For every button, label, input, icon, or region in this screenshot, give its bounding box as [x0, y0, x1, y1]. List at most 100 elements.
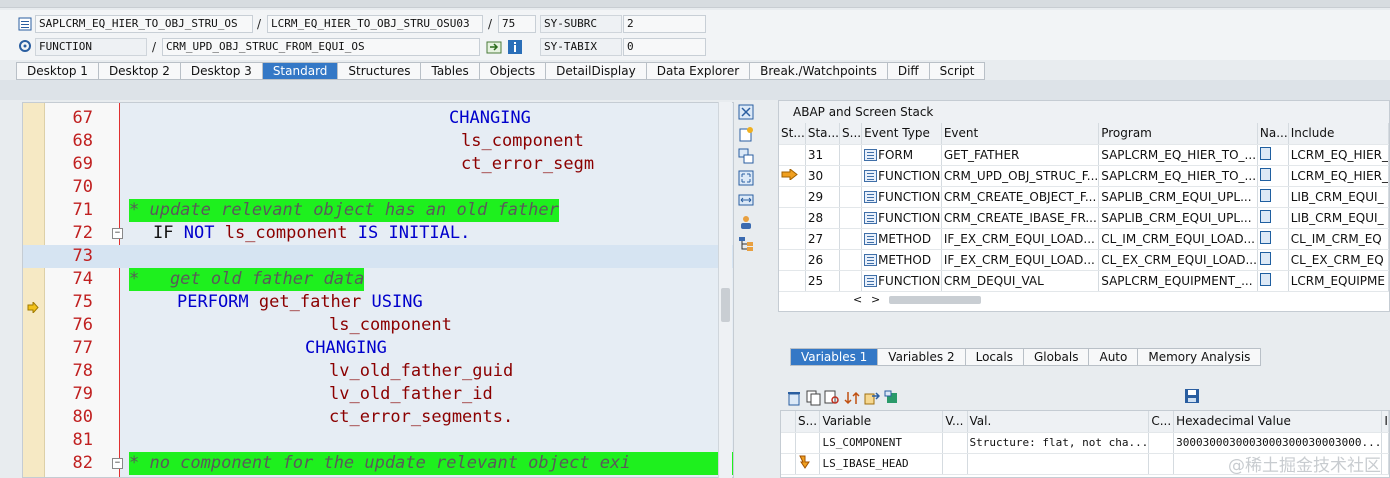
navigate-source-icon[interactable] — [1259, 188, 1271, 202]
new-view-icon[interactable] — [738, 126, 754, 142]
var-col-header[interactable]: Variable — [819, 411, 944, 433]
close-view-icon[interactable] — [738, 104, 754, 120]
navigate-source-icon[interactable] — [1259, 209, 1271, 223]
code-line[interactable]: 80 ct_error_segments. — [23, 406, 733, 429]
stack-row[interactable]: 30 FUNCTION CRM_UPD_OBJ_STRUC_F... SAPLCRM_… — [779, 165, 1390, 187]
navigate-source-icon[interactable] — [1259, 251, 1271, 265]
sy-tabix-value[interactable]: 0 — [623, 38, 706, 56]
var-tab-auto[interactable]: Auto — [1089, 348, 1139, 366]
var-name[interactable]: LS_COMPONENT — [819, 432, 944, 454]
code-line[interactable]: 77 CHANGING — [23, 337, 733, 360]
navigate-source-icon[interactable] — [1259, 146, 1271, 160]
tab-standard[interactable]: Standard — [262, 62, 339, 80]
people-icon[interactable] — [738, 214, 754, 230]
source-code-editor[interactable]: 67 CHANGING 68 ls_component 69 ct_error_segm 7… — [22, 102, 734, 478]
var-value[interactable] — [967, 453, 1150, 475]
export-icon[interactable] — [864, 390, 881, 406]
code-line[interactable]: 68 ls_component — [23, 130, 733, 153]
var-value[interactable]: Structure: flat, not cha... — [967, 432, 1150, 454]
program-field[interactable]: SAPLCRM_EQ_HIER_TO_OBJ_STRU_OS — [35, 15, 253, 33]
resize-icon[interactable] — [738, 192, 754, 208]
code-line[interactable]: 67 CHANGING — [23, 107, 733, 130]
tab-data-explorer[interactable]: Data Explorer — [646, 62, 751, 80]
code-line[interactable]: 69 ct_error_segm — [23, 153, 733, 176]
tab-script[interactable]: Script — [929, 62, 986, 80]
code-line[interactable]: 79 lv_old_father_id — [23, 383, 733, 406]
stack-col-header[interactable]: S... — [839, 123, 863, 145]
collapse-toggle-icon[interactable]: − — [112, 458, 123, 469]
var-tab-variables-1[interactable]: Variables 1 — [790, 348, 879, 366]
transfer-icon[interactable] — [884, 390, 900, 406]
tab-break-watchpoints[interactable]: Break./Watchpoints — [750, 62, 888, 80]
stack-col-header[interactable]: Event — [941, 123, 1100, 145]
navigate-source-icon[interactable] — [1259, 272, 1271, 286]
tab-desktop-3[interactable]: Desktop 3 — [180, 62, 263, 80]
var-col-header[interactable]: S... — [795, 411, 821, 433]
scroll-right-button[interactable]: > — [871, 293, 880, 306]
tab-tables[interactable]: Tables — [421, 62, 480, 80]
stack-col-header[interactable]: Na... — [1257, 123, 1289, 145]
var-col-header[interactable]: Val. — [967, 411, 1150, 433]
code-line[interactable]: 72 IF NOT ls_component IS INITIAL. − — [23, 222, 733, 245]
code-line[interactable]: 73 — [23, 245, 733, 268]
delete-icon[interactable] — [786, 390, 802, 406]
var-col-header[interactable]: Hexadecimal Value — [1173, 411, 1383, 433]
var-tab-memory-analysis[interactable]: Memory Analysis — [1138, 348, 1262, 366]
tab-desktop-1[interactable]: Desktop 1 — [16, 62, 99, 80]
var-col-header[interactable]: I — [1381, 411, 1389, 433]
var-tab-globals[interactable]: Globals — [1023, 348, 1090, 366]
navigate-source-icon[interactable] — [1259, 167, 1271, 181]
row-selector[interactable] — [781, 453, 796, 475]
stack-horizontal-scroll[interactable]: < > — [849, 293, 1049, 307]
code-line[interactable]: 81 — [23, 429, 733, 452]
navigate-source-icon[interactable] — [1259, 230, 1271, 244]
scroll-thumb[interactable] — [721, 288, 730, 322]
swap-view-icon[interactable] — [738, 148, 754, 164]
stack-row[interactable]: 28 FUNCTION CRM_CREATE_IBASE_FR... SAPLIB_C… — [779, 207, 1390, 229]
maximize-icon[interactable] — [738, 170, 754, 186]
code-line[interactable]: 70 — [23, 176, 733, 199]
code-line[interactable]: 78 lv_old_father_guid — [23, 360, 733, 383]
navigate-icon[interactable] — [486, 39, 502, 55]
stack-row[interactable]: 27 METHOD IF_EX_CRM_EQUI_LOAD... CL_IM_CRM_… — [779, 228, 1390, 250]
code-line[interactable]: 74 * get old father data — [23, 268, 733, 291]
collapse-toggle-icon[interactable]: − — [112, 228, 123, 239]
var-tab-locals[interactable]: Locals — [965, 348, 1024, 366]
sy-subrc-value[interactable]: 2 — [623, 15, 706, 33]
event-name-field[interactable]: CRM_UPD_OBJ_STRUC_FROM_EQUI_OS — [162, 38, 480, 56]
stack-row[interactable]: 26 METHOD IF_EX_CRM_EQUI_LOAD... CL_EX_CRM_… — [779, 249, 1390, 271]
row-selector-header[interactable] — [781, 411, 796, 433]
code-line[interactable]: 82 * no component for the update relevant… — [23, 452, 733, 475]
stack-row[interactable]: 29 FUNCTION CRM_CREATE_OBJECT_F... SAPLIB_C… — [779, 186, 1390, 208]
stack-col-header[interactable]: St... — [779, 123, 806, 145]
row-selector[interactable] — [781, 432, 796, 454]
stack-row[interactable]: 25 FUNCTION CRM_DEQUI_VAL SAPLCRM_EQUIPMENT… — [779, 270, 1390, 292]
copy-icon[interactable] — [806, 390, 822, 406]
find-icon[interactable] — [824, 390, 840, 406]
stack-col-header[interactable]: Event Type — [861, 123, 942, 145]
line-field[interactable]: 75 — [498, 15, 536, 33]
var-col-header[interactable]: V... — [942, 411, 968, 433]
code-line[interactable]: 71 * update relevant object has an old fa… — [23, 199, 733, 222]
tab-structures[interactable]: Structures — [338, 62, 422, 80]
sort-icon[interactable] — [844, 390, 860, 406]
code-line[interactable]: 75 PERFORM get_father USING — [23, 291, 733, 315]
tab-desktop-2[interactable]: Desktop 2 — [98, 62, 181, 80]
var-tab-variables-2[interactable]: Variables 2 — [878, 348, 966, 366]
tab-objects[interactable]: Objects — [479, 62, 547, 80]
var-name[interactable]: LS_IBASE_HEAD — [819, 453, 944, 475]
info-icon[interactable] — [507, 39, 523, 55]
tab-diff[interactable]: Diff — [887, 62, 930, 80]
include-field[interactable]: LCRM_EQ_HIER_TO_OBJ_STRU_OSU03 — [267, 15, 483, 33]
scroll-left-button[interactable]: < — [853, 293, 862, 306]
stack-col-header[interactable]: Sta... — [805, 123, 841, 145]
stack-col-header[interactable]: Program — [1098, 123, 1258, 145]
code-line[interactable]: 76 ls_component — [23, 314, 733, 337]
stack-row[interactable]: 31 FORM GET_FATHER SAPLCRM_EQ_HIER_TO_... LC… — [779, 144, 1390, 166]
hierarchy-icon[interactable] — [738, 236, 754, 252]
tab-detaildisplay[interactable]: DetailDisplay — [546, 62, 647, 80]
editor-vertical-scrollbar[interactable] — [718, 102, 732, 478]
variable-row[interactable]: LS_COMPONENT Structure: flat, not cha... 3… — [781, 432, 1389, 454]
stack-col-header[interactable]: Include — [1288, 123, 1390, 145]
scroll-thumb[interactable] — [889, 296, 981, 304]
